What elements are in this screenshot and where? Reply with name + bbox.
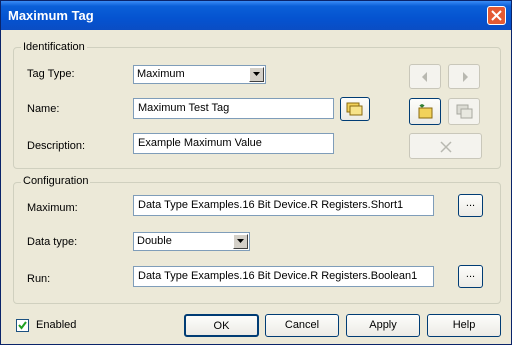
data-type-label: Data type: bbox=[27, 236, 78, 248]
enabled-checkbox[interactable] bbox=[16, 319, 29, 332]
checkmark-icon bbox=[18, 321, 27, 330]
run-browse-button[interactable]: ... bbox=[458, 265, 483, 288]
data-type-value: Double bbox=[137, 235, 172, 247]
maximum-browse-label: ... bbox=[465, 197, 476, 209]
new-tag-icon bbox=[418, 104, 433, 119]
tag-type-label: Tag Type: bbox=[27, 68, 75, 80]
configuration-legend: Configuration bbox=[21, 175, 91, 187]
maximum-browse-button[interactable]: ... bbox=[458, 194, 483, 217]
enabled-label: Enabled bbox=[36, 319, 77, 331]
duplicate-tag-button[interactable] bbox=[448, 98, 480, 125]
previous-tag-button[interactable] bbox=[409, 64, 441, 89]
ok-label: OK bbox=[213, 320, 230, 332]
chevron-down-icon[interactable] bbox=[249, 67, 264, 82]
name-label: Name: bbox=[27, 103, 60, 115]
duplicate-icon bbox=[456, 104, 473, 119]
arrow-right-icon bbox=[463, 72, 468, 82]
help-label: Help bbox=[452, 319, 476, 331]
close-icon bbox=[491, 10, 502, 21]
new-tag-button[interactable] bbox=[409, 98, 441, 125]
delete-x-icon bbox=[440, 141, 452, 153]
cancel-button[interactable]: Cancel bbox=[265, 314, 339, 337]
window-title: Maximum Tag bbox=[8, 8, 94, 23]
apply-button[interactable]: Apply bbox=[346, 314, 420, 337]
data-type-select[interactable]: Double bbox=[133, 232, 250, 251]
name-field[interactable]: Maximum Test Tag bbox=[133, 98, 334, 119]
identification-legend: Identification bbox=[21, 41, 87, 53]
maximum-field[interactable]: Data Type Examples.16 Bit Device.R Regis… bbox=[133, 195, 434, 216]
tag-type-value: Maximum bbox=[137, 68, 185, 80]
chevron-down-icon[interactable] bbox=[233, 234, 248, 249]
title-bar[interactable]: Maximum Tag bbox=[1, 1, 511, 30]
browse-name-button[interactable] bbox=[340, 97, 370, 121]
run-label: Run: bbox=[27, 273, 51, 285]
browse-tags-icon bbox=[346, 102, 363, 116]
run-field[interactable]: Data Type Examples.16 Bit Device.R Regis… bbox=[133, 266, 434, 287]
run-browse-label: ... bbox=[465, 268, 476, 280]
ok-button[interactable]: OK bbox=[184, 314, 259, 337]
maximum-tag-dialog: Maximum Tag Identification Tag Type: Max… bbox=[0, 0, 512, 345]
next-tag-button[interactable] bbox=[448, 64, 480, 89]
close-button[interactable] bbox=[487, 6, 506, 25]
delete-tag-button[interactable] bbox=[409, 133, 482, 159]
cancel-label: Cancel bbox=[284, 319, 320, 331]
maximum-label: Maximum: bbox=[27, 202, 78, 214]
description-label: Description: bbox=[27, 140, 86, 152]
help-button[interactable]: Help bbox=[427, 314, 501, 337]
arrow-left-icon bbox=[422, 72, 427, 82]
description-field[interactable]: Example Maximum Value bbox=[133, 133, 334, 154]
tag-type-select[interactable]: Maximum bbox=[133, 65, 266, 84]
apply-label: Apply bbox=[369, 319, 397, 331]
